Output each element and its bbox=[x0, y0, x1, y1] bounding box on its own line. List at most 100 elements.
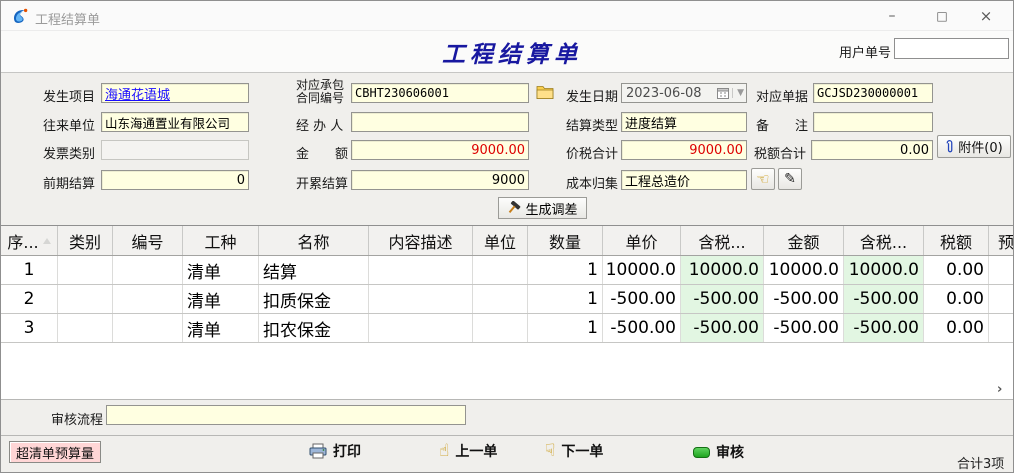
total-count: 合计3项 bbox=[957, 453, 1004, 472]
next-doc-button[interactable]: ☟ 下一单 bbox=[545, 441, 603, 461]
table-cell[interactable] bbox=[369, 314, 473, 342]
grid-header-cell[interactable]: 含税... bbox=[844, 226, 924, 255]
cost-collect-input[interactable] bbox=[621, 170, 747, 190]
table-cell[interactable] bbox=[113, 285, 183, 313]
grid-header-cell[interactable]: 单价 bbox=[603, 226, 681, 255]
print-button[interactable]: 打印 bbox=[309, 441, 361, 461]
table-cell[interactable]: -500.00 bbox=[764, 314, 844, 342]
table-cell[interactable] bbox=[989, 314, 1014, 342]
next-doc-label: 下一单 bbox=[561, 441, 603, 461]
table-cell[interactable]: 3 bbox=[1, 314, 58, 342]
grid-header-cell[interactable]: 工种 bbox=[183, 226, 259, 255]
grid-header: 序...类别编号工种名称内容描述单位数量单价含税...金额含税...税额预 bbox=[1, 226, 1014, 256]
invoice-type-input[interactable] bbox=[101, 140, 249, 160]
table-cell[interactable]: -500.00 bbox=[844, 314, 924, 342]
table-cell[interactable]: 扣质保金 bbox=[259, 285, 369, 313]
dropdown-arrow-icon: ▼ bbox=[732, 88, 744, 98]
contract-no-input[interactable] bbox=[351, 83, 529, 103]
attachment-label: 附件(0) bbox=[958, 137, 1002, 156]
review-flow-label: 审核流程 bbox=[51, 409, 103, 428]
over-budget-button[interactable]: 超清单预算量 bbox=[9, 441, 101, 463]
table-cell[interactable]: -500.00 bbox=[603, 285, 681, 313]
cost-edit-button[interactable]: ✎ bbox=[778, 168, 802, 190]
amount-label: 金 额 bbox=[296, 143, 348, 162]
settle-type-input[interactable] bbox=[621, 112, 747, 132]
grid-header-cell[interactable]: 税额 bbox=[924, 226, 989, 255]
table-cell[interactable]: 1 bbox=[528, 314, 603, 342]
table-cell[interactable]: -500.00 bbox=[764, 285, 844, 313]
grid-header-cell[interactable]: 名称 bbox=[259, 226, 369, 255]
table-cell[interactable]: 10000.0 bbox=[764, 256, 844, 284]
table-cell[interactable]: -500.00 bbox=[681, 314, 764, 342]
audit-button[interactable]: 审核 bbox=[693, 442, 744, 462]
grid-header-cell[interactable]: 单位 bbox=[473, 226, 528, 255]
folder-browse-icon[interactable] bbox=[536, 84, 554, 99]
table-cell[interactable] bbox=[473, 256, 528, 284]
prev-doc-button[interactable]: ☝ 上一单 bbox=[439, 441, 497, 461]
amount-input[interactable] bbox=[351, 140, 529, 160]
minimize-button[interactable]: – bbox=[875, 1, 909, 31]
table-cell[interactable] bbox=[113, 314, 183, 342]
table-cell[interactable]: 10000.0 bbox=[844, 256, 924, 284]
close-button[interactable]: × bbox=[969, 1, 1003, 31]
contract-label: 对应承包合同编号 bbox=[296, 79, 344, 105]
accum-settle-input[interactable] bbox=[351, 170, 529, 190]
table-cell[interactable]: 清单 bbox=[183, 285, 259, 313]
handler-input[interactable] bbox=[351, 112, 529, 132]
table-cell[interactable]: 清单 bbox=[183, 314, 259, 342]
sort-ascending-icon bbox=[43, 238, 51, 244]
table-cell[interactable] bbox=[369, 256, 473, 284]
grid-header-cell[interactable]: 编号 bbox=[113, 226, 183, 255]
table-cell[interactable]: 2 bbox=[1, 285, 58, 313]
generate-adjust-button[interactable]: 生成调差 bbox=[498, 197, 587, 219]
grid-header-cell[interactable]: 序... bbox=[1, 226, 58, 255]
app-icon bbox=[11, 7, 29, 25]
cost-select-button[interactable]: ☜ bbox=[751, 168, 775, 190]
table-cell[interactable]: 结算 bbox=[259, 256, 369, 284]
table-cell[interactable] bbox=[473, 314, 528, 342]
table-cell[interactable]: 0.00 bbox=[924, 256, 989, 284]
prev-settle-input[interactable] bbox=[101, 170, 249, 190]
table-cell[interactable] bbox=[113, 256, 183, 284]
table-cell[interactable]: -500.00 bbox=[603, 314, 681, 342]
table-cell[interactable]: -500.00 bbox=[681, 285, 764, 313]
date-picker[interactable]: 2023-06-08 ▼ bbox=[621, 83, 747, 103]
window-titlebar: 工程结算单 – □ × bbox=[1, 1, 1013, 31]
user-no-input[interactable] bbox=[894, 38, 1009, 59]
table-cell[interactable] bbox=[58, 314, 113, 342]
grid-header-cell[interactable]: 金额 bbox=[764, 226, 844, 255]
review-flow-input[interactable] bbox=[106, 405, 466, 425]
table-cell[interactable] bbox=[58, 256, 113, 284]
table-cell[interactable]: 0.00 bbox=[924, 314, 989, 342]
grid-header-cell[interactable]: 预 bbox=[989, 226, 1014, 255]
table-cell[interactable]: 1 bbox=[528, 285, 603, 313]
table-cell[interactable]: 清单 bbox=[183, 256, 259, 284]
maximize-button[interactable]: □ bbox=[925, 1, 959, 31]
table-cell[interactable]: 1 bbox=[528, 256, 603, 284]
table-cell[interactable]: -500.00 bbox=[844, 285, 924, 313]
table-cell[interactable]: 1 bbox=[1, 256, 58, 284]
remark-input[interactable] bbox=[813, 112, 933, 132]
tax-total-input[interactable] bbox=[811, 140, 933, 160]
doc-no-input[interactable] bbox=[813, 83, 933, 103]
table-cell[interactable] bbox=[989, 285, 1014, 313]
table-cell[interactable] bbox=[369, 285, 473, 313]
grid-header-cell[interactable]: 含税... bbox=[681, 226, 764, 255]
grid-header-cell[interactable]: 数量 bbox=[528, 226, 603, 255]
tax-incl-total-input[interactable] bbox=[621, 140, 747, 160]
grid-header-cell[interactable]: 类别 bbox=[58, 226, 113, 255]
project-input[interactable] bbox=[101, 83, 249, 103]
grid-header-cell[interactable]: 内容描述 bbox=[369, 226, 473, 255]
counterparty-input[interactable] bbox=[101, 112, 249, 132]
scroll-right-arrow[interactable]: › bbox=[997, 382, 1002, 397]
attachment-button[interactable]: 附件(0) bbox=[937, 135, 1011, 158]
table-cell[interactable]: 扣农保金 bbox=[259, 314, 369, 342]
table-cell[interactable]: 10000.0 bbox=[681, 256, 764, 284]
table-cell[interactable]: 10000.0 bbox=[603, 256, 681, 284]
table-cell[interactable]: 0.00 bbox=[924, 285, 989, 313]
hand-point-icon: ☜ bbox=[756, 170, 769, 188]
table-cell[interactable] bbox=[58, 285, 113, 313]
table-cell[interactable] bbox=[473, 285, 528, 313]
tax-total-label: 税额合计 bbox=[754, 143, 806, 162]
table-cell[interactable] bbox=[989, 256, 1014, 284]
